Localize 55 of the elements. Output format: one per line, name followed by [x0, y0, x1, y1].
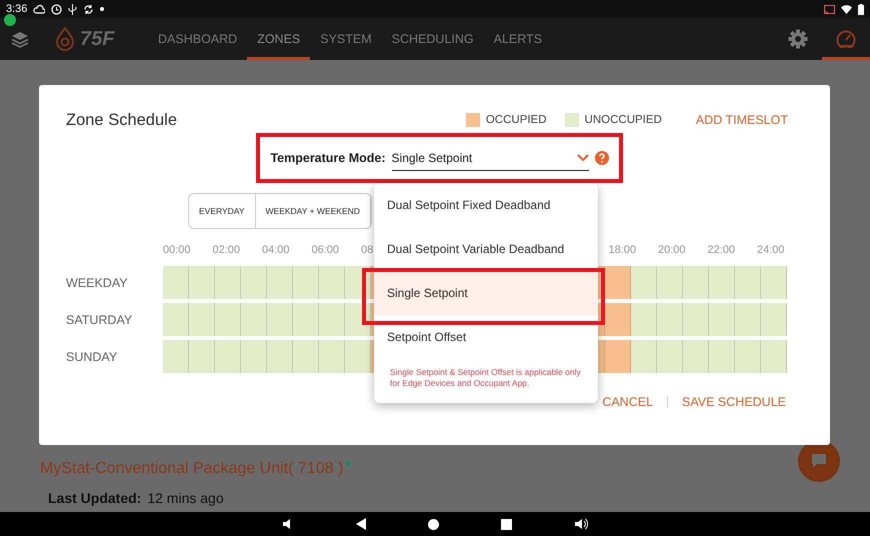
layers-icon: [11, 30, 29, 48]
back-icon[interactable]: [356, 518, 366, 530]
day-label: WEEKDAY: [66, 276, 129, 290]
volume-up-icon[interactable]: [574, 518, 588, 530]
clock-time: 3:36: [6, 3, 28, 15]
usb-icon: [68, 4, 78, 14]
clock-icon: [51, 4, 62, 14]
nav-tab[interactable]: ALERTS: [484, 18, 552, 60]
legend-label: UNOCCUPIED: [584, 114, 662, 126]
mode-option[interactable]: Dual Setpoint Fixed Deadband: [374, 183, 598, 227]
battery-icon: [858, 4, 864, 14]
dialog-button[interactable]: SAVE SCHEDULE: [682, 395, 786, 409]
mode-label: Temperature Mode:: [270, 151, 386, 165]
mode-select[interactable]: Single Setpoint: [392, 146, 589, 170]
nav-tab[interactable]: SCHEDULING: [382, 18, 484, 60]
nav-tab[interactable]: SYSTEM: [310, 18, 382, 60]
mode-note: Single Setpoint & Setpoint Offset is applicable only for Edge Devices and Occupant App.: [389, 366, 582, 390]
time-label: 08: [361, 244, 374, 258]
segment-tab[interactable]: EVERYDAY: [189, 194, 256, 228]
home-icon[interactable]: [428, 518, 439, 530]
segment-tab[interactable]: WEEKDAY + WEEKEND: [256, 194, 371, 228]
time-label: 22:00: [708, 244, 736, 258]
logo-text: 75F: [80, 28, 114, 50]
cloud-icon: [33, 4, 46, 14]
mode-option[interactable]: Setpoint Offset: [374, 315, 598, 359]
time-label: 06:00: [312, 244, 340, 258]
time-label: 04:00: [262, 244, 290, 258]
chat-icon: [811, 453, 827, 469]
cast-icon: [824, 4, 835, 14]
time-label: 02:00: [212, 244, 240, 258]
dot-icon: [100, 7, 104, 11]
mode-option[interactable]: Dual Setpoint Variable Deadband: [374, 227, 598, 271]
dialog-button[interactable]: CANCEL: [602, 395, 654, 409]
time-label: 00:00: [163, 244, 191, 258]
wifi-icon: [841, 4, 852, 14]
dialog-title: Zone Schedule: [66, 110, 178, 130]
nav-tab[interactable]: DASHBOARD: [148, 18, 248, 60]
flame-icon: [54, 27, 76, 51]
updated-label: Last Updated:: [48, 490, 142, 506]
mode-option[interactable]: Single Setpoint: [374, 271, 598, 315]
time-label: 18:00: [608, 244, 636, 258]
chevron-icon: [576, 154, 589, 162]
time-label: 24:00: [757, 244, 785, 258]
day-label: SUNDAY: [66, 350, 118, 364]
legend-label: OCCUPIED: [486, 114, 547, 126]
help-icon[interactable]: [594, 151, 609, 165]
time-label: 20:00: [658, 244, 686, 258]
day-label: SATURDAY: [66, 312, 134, 326]
sync-icon: [83, 4, 94, 14]
settings-icon[interactable]: [788, 29, 808, 49]
add-timeslot-link[interactable]: ADD TIMESLOT: [696, 113, 788, 127]
updated-value: 12 mins ago: [147, 490, 224, 506]
hour-slot[interactable]: [345, 340, 371, 373]
overview-icon[interactable]: [501, 518, 512, 530]
gauge-icon[interactable]: [836, 30, 856, 48]
